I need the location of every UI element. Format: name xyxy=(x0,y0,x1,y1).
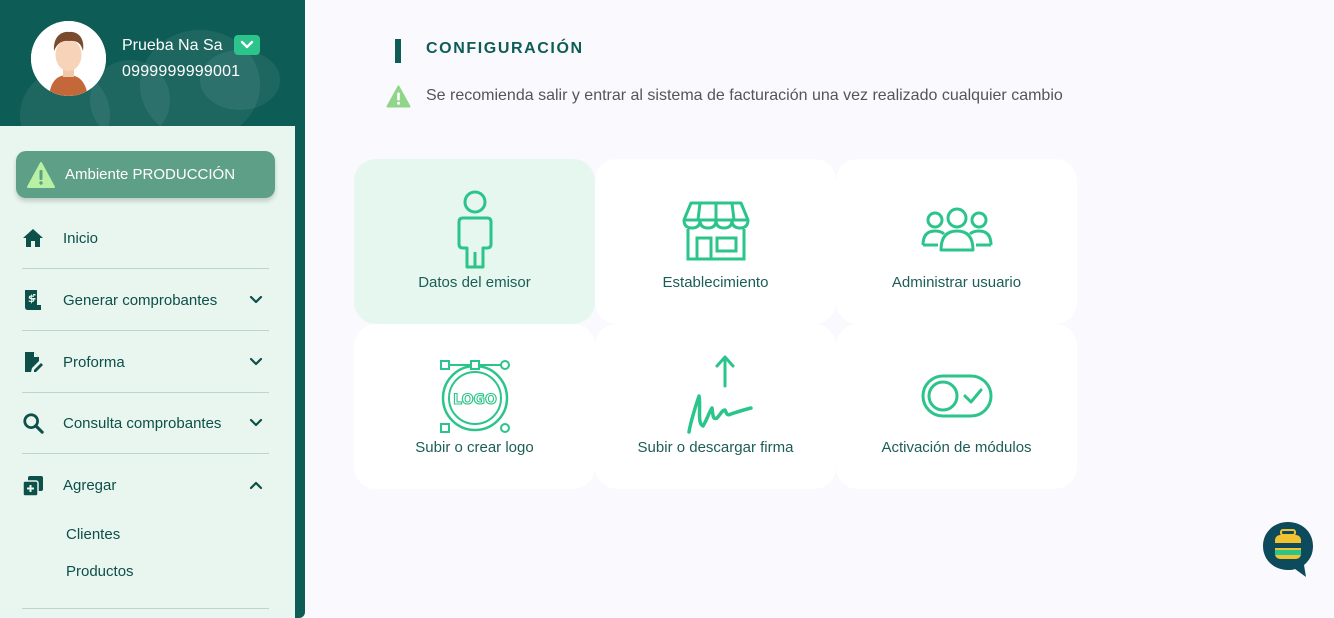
users-icon xyxy=(921,207,992,252)
card-establecimiento[interactable]: Establecimiento xyxy=(595,159,836,324)
environment-label: Ambiente PRODUCCIÓN xyxy=(65,166,236,183)
sidebar-item-inicio[interactable]: Inicio xyxy=(22,208,269,269)
sidebar: Prueba Na Sa 0999999999001 Ambiente PROD… xyxy=(0,0,305,618)
warning-icon xyxy=(386,85,411,108)
sidebar-item-consulta-comprobantes[interactable]: Consulta comprobantes xyxy=(22,393,269,454)
card-datos-emisor[interactable]: Datos del emisor xyxy=(354,159,595,324)
proforma-icon xyxy=(22,351,44,373)
warning-icon xyxy=(27,161,55,188)
card-label: Subir o descargar firma xyxy=(637,439,794,456)
search-icon xyxy=(22,412,44,434)
logo-icon-text: LOGO xyxy=(453,392,497,408)
chevron-down-icon xyxy=(249,418,263,427)
chat-support-icon xyxy=(1263,522,1313,577)
home-icon xyxy=(22,227,44,249)
card-subir-logo[interactable]: LOGO Subir o crear logo xyxy=(354,324,595,489)
card-label: Subir o crear logo xyxy=(415,439,534,456)
card-label: Datos del emisor xyxy=(418,274,531,291)
chevron-down-icon xyxy=(249,295,263,304)
card-label: Activación de módulos xyxy=(881,439,1032,456)
chevron-down-icon xyxy=(240,40,254,49)
sidebar-item-agregar[interactable]: Agregar xyxy=(22,455,269,516)
store-icon xyxy=(682,201,749,261)
page-title: CONFIGURACIÓN xyxy=(426,40,584,57)
invoice-icon: $ xyxy=(22,289,44,311)
sidebar-item-proforma[interactable]: Proforma xyxy=(22,332,269,393)
sidebar-item-label: Generar comprobantes xyxy=(63,291,218,309)
sidebar-item-generar-comprobantes[interactable]: $ Generar comprobantes xyxy=(22,270,269,331)
card-label: Administrar usuario xyxy=(891,274,1022,291)
profile-header: Prueba Na Sa 0999999999001 xyxy=(0,0,295,126)
notice-text: Se recomienda salir y entrar al sistema … xyxy=(426,87,1063,104)
card-activacion-modulos[interactable]: Activación de módulos xyxy=(836,324,1077,489)
signature-icon xyxy=(686,355,753,434)
sidebar-item-label: Inicio xyxy=(63,229,99,247)
sidebar-item-label: Proforma xyxy=(63,353,125,371)
toggle-icon xyxy=(921,374,992,418)
sidebar-subitem-clientes[interactable]: Clientes xyxy=(66,526,120,543)
card-administrar-usuario[interactable]: Administrar usuario xyxy=(836,159,1077,324)
user-id: 0999999999001 xyxy=(122,63,241,80)
chevron-down-icon xyxy=(249,357,263,366)
chevron-up-icon xyxy=(249,481,263,489)
avatar[interactable] xyxy=(31,21,106,96)
support-chat-button[interactable] xyxy=(1262,521,1314,578)
environment-badge: Ambiente PRODUCCIÓN xyxy=(16,151,275,198)
sidebar-item-label: Consulta comprobantes xyxy=(63,414,222,432)
add-folder-icon xyxy=(22,475,44,497)
user-menu-button[interactable] xyxy=(234,35,260,55)
user-name: Prueba Na Sa xyxy=(122,37,223,54)
title-accent-bar xyxy=(395,39,401,63)
logo-icon: LOGO xyxy=(439,360,510,433)
card-label: Establecimiento xyxy=(662,274,769,291)
sidebar-scrollbar[interactable] xyxy=(297,2,303,384)
card-subir-firma[interactable]: Subir o descargar firma xyxy=(595,324,836,489)
sidebar-item-label: Agregar xyxy=(63,477,117,494)
divider xyxy=(22,608,269,609)
sidebar-subitem-productos[interactable]: Productos xyxy=(66,563,134,580)
person-icon xyxy=(457,190,492,269)
